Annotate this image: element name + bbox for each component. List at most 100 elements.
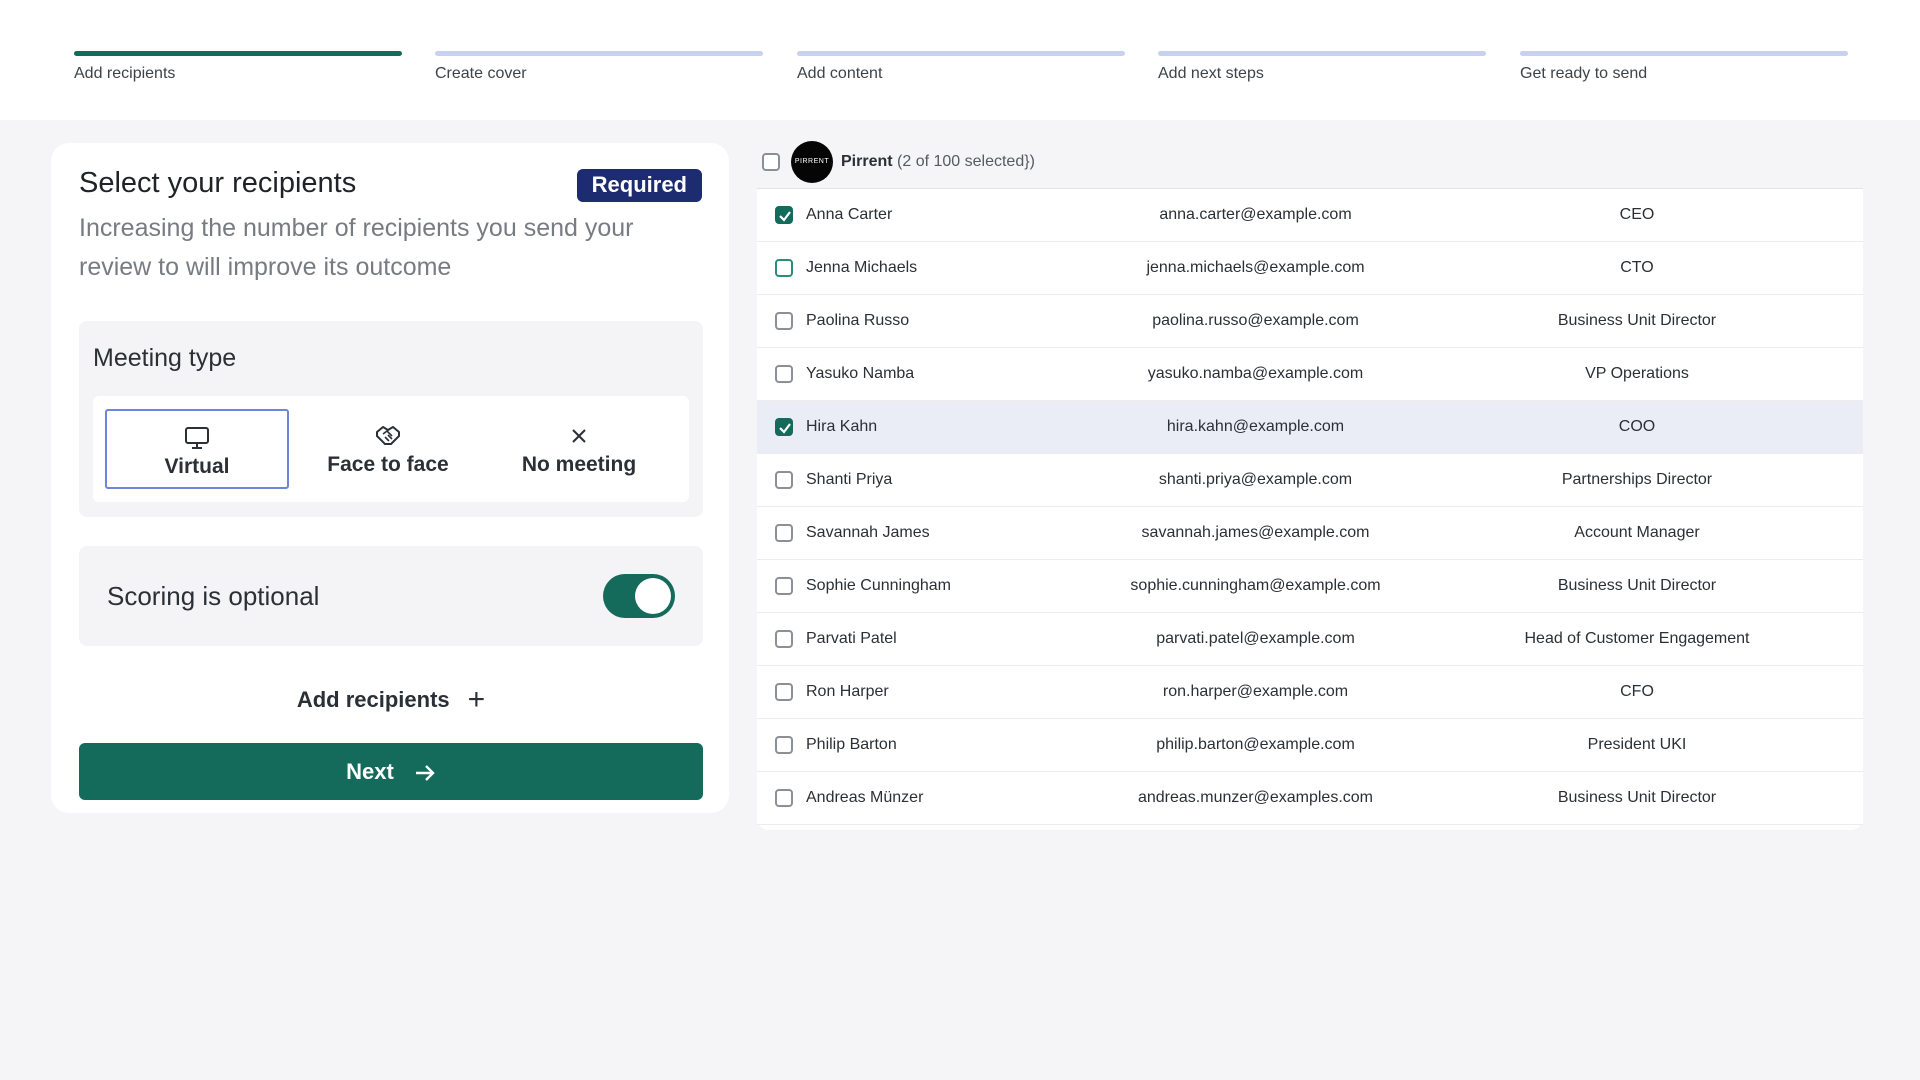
recipient-email: philip.barton@example.com bbox=[1156, 736, 1355, 753]
plus-icon: + bbox=[467, 683, 486, 716]
row-checkbox[interactable] bbox=[775, 524, 793, 542]
monitor-icon bbox=[185, 427, 209, 449]
scoring-label: Scoring is optional bbox=[107, 581, 320, 611]
recipient-name: Parvati Patel bbox=[806, 630, 897, 647]
row-checkbox[interactable] bbox=[775, 312, 793, 330]
recipient-role: Partnerships Director bbox=[1561, 471, 1713, 488]
step-add-next-steps[interactable]: Add next steps bbox=[1158, 51, 1486, 83]
meeting-option-face-to-face[interactable]: Face to face bbox=[296, 409, 480, 489]
recipient-email: shanti.priya@example.com bbox=[1158, 471, 1353, 488]
table-row[interactable]: Hira Kahn hira.kahn@example.com COO bbox=[757, 401, 1863, 454]
card-description: Increasing the number of recipients you … bbox=[79, 214, 634, 281]
recipient-email: ron.harper@example.com bbox=[1162, 683, 1349, 700]
table-row[interactable]: Paolina Russo paolina.russo@example.com Bu… bbox=[757, 295, 1863, 348]
recipient-role: Business Unit Director bbox=[1557, 577, 1717, 594]
meeting-option-virtual[interactable]: Virtual bbox=[105, 409, 289, 489]
select-recipients-card: Select your recipients Required Increasi… bbox=[51, 143, 729, 813]
table-row[interactable]: Yasuko Namba yasuko.namba@example.com VP O… bbox=[757, 348, 1863, 401]
step-add-recipients[interactable]: Add recipients bbox=[74, 51, 402, 83]
step-progress-bar bbox=[797, 51, 1125, 56]
step-progress-bar bbox=[1158, 51, 1486, 56]
recipient-name: Paolina Russo bbox=[806, 312, 910, 329]
recipient-name: Jenna Michaels bbox=[806, 259, 918, 276]
step-label: Add recipients bbox=[74, 65, 176, 82]
row-checkbox[interactable] bbox=[775, 471, 793, 489]
table-row[interactable]: Philip Barton philip.barton@example.com Pr… bbox=[757, 719, 1863, 772]
step-label: Add next steps bbox=[1158, 65, 1264, 82]
table-row[interactable]: Parvati Patel parvati.patel@example.com He… bbox=[757, 613, 1863, 666]
table-row[interactable]: Ron Harper ron.harper@example.com CFO bbox=[757, 666, 1863, 719]
recipient-email: hira.kahn@example.com bbox=[1166, 418, 1345, 435]
table-row[interactable]: Andreas Münzer andreas.munzer@examples.co… bbox=[757, 772, 1863, 825]
row-checkbox[interactable] bbox=[775, 736, 793, 754]
meeting-type-title: Meeting type bbox=[93, 344, 237, 372]
recipient-role: Business Unit Director bbox=[1557, 312, 1717, 329]
recipient-name: Anna Carter bbox=[806, 206, 893, 223]
meeting-type-panel: Meeting type Virtual Face to face No mee… bbox=[79, 321, 703, 517]
recipient-email: savannah.james@example.com bbox=[1141, 524, 1370, 541]
recipient-email: yasuko.namba@example.com bbox=[1147, 365, 1364, 382]
row-checkbox[interactable] bbox=[775, 259, 793, 277]
table-row[interactable]: Anna Carter anna.carter@example.com CEO bbox=[757, 189, 1863, 242]
row-checkbox[interactable] bbox=[775, 365, 793, 383]
table-row[interactable]: Jenna Michaels jenna.michaels@example.com… bbox=[757, 242, 1863, 295]
recipient-name: Hira Kahn bbox=[806, 418, 878, 435]
row-checkbox[interactable] bbox=[775, 789, 793, 807]
recipient-name: Savannah James bbox=[806, 524, 930, 541]
scoring-panel: Scoring is optional bbox=[79, 546, 703, 646]
arrow-right-icon bbox=[415, 765, 435, 782]
handshake-icon bbox=[376, 426, 400, 445]
recipient-name: Shanti Priya bbox=[806, 471, 893, 488]
step-create-cover[interactable]: Create cover bbox=[435, 51, 763, 83]
recipient-name: Sophie Cunningham bbox=[806, 577, 951, 594]
table-header: PIRRENT Pirrent (2 of 100 selected}) bbox=[757, 136, 1863, 189]
select-all-checkbox[interactable] bbox=[762, 153, 780, 171]
recipient-email: sophie.cunningham@example.com bbox=[1130, 577, 1381, 594]
toggle-knob bbox=[635, 578, 671, 614]
selection-count: (2 of 100 selected}) bbox=[897, 153, 1035, 170]
next-button[interactable]: Next bbox=[79, 743, 703, 800]
recipient-email: anna.carter@example.com bbox=[1159, 206, 1352, 223]
close-icon bbox=[572, 429, 586, 443]
org-avatar: PIRRENT bbox=[791, 141, 833, 183]
step-add-content[interactable]: Add content bbox=[797, 51, 1125, 83]
required-badge: Required bbox=[576, 169, 702, 202]
recipient-email: paolina.russo@example.com bbox=[1152, 312, 1359, 329]
option-label: Face to face bbox=[327, 453, 449, 476]
row-checkbox[interactable] bbox=[775, 630, 793, 648]
recipient-name: Andreas Münzer bbox=[806, 789, 924, 806]
table-body: Anna Carter anna.carter@example.com CEO Jen… bbox=[757, 189, 1863, 825]
step-label: Add content bbox=[797, 65, 883, 82]
recipient-role: President UKI bbox=[1587, 736, 1687, 753]
recipient-role: Head of Customer Engagement bbox=[1524, 630, 1750, 647]
recipient-role: CEO bbox=[1619, 206, 1655, 223]
table-row[interactable]: Savannah James savannah.james@example.com… bbox=[757, 507, 1863, 560]
recipient-role: Business Unit Director bbox=[1557, 789, 1717, 806]
option-label: No meeting bbox=[521, 453, 637, 476]
option-label: Virtual bbox=[164, 455, 230, 478]
table-row[interactable]: Sophie Cunningham sophie.cunningham@examp… bbox=[757, 560, 1863, 613]
step-progress-bar bbox=[74, 51, 402, 56]
step-label: Get ready to send bbox=[1520, 65, 1648, 82]
row-checkbox[interactable] bbox=[775, 683, 793, 701]
meeting-option-no-meeting[interactable]: No meeting bbox=[487, 409, 671, 489]
add-recipients-button[interactable]: Add recipients + bbox=[79, 675, 703, 725]
recipient-role: VP Operations bbox=[1585, 365, 1689, 382]
recipient-name: Ron Harper bbox=[806, 683, 889, 700]
recipient-email: parvati.patel@example.com bbox=[1156, 630, 1355, 647]
recipient-role: CFO bbox=[1620, 683, 1654, 700]
recipients-table: PIRRENT Pirrent (2 of 100 selected}) Ann… bbox=[757, 136, 1863, 830]
step-progress-bar bbox=[435, 51, 763, 56]
table-row[interactable]: Shanti Priya shanti.priya@example.com Part… bbox=[757, 454, 1863, 507]
row-checkbox[interactable] bbox=[775, 206, 793, 224]
recipient-email: jenna.michaels@example.com bbox=[1146, 259, 1365, 276]
step-progress-bar bbox=[1520, 51, 1848, 56]
step-get-ready-to-send[interactable]: Get ready to send bbox=[1520, 51, 1848, 83]
recipient-email: andreas.munzer@examples.com bbox=[1137, 789, 1373, 806]
recipient-role: CTO bbox=[1620, 259, 1654, 276]
org-name: Pirrent bbox=[841, 153, 893, 170]
row-checkbox[interactable] bbox=[775, 418, 793, 436]
row-checkbox[interactable] bbox=[775, 577, 793, 595]
recipient-role: COO bbox=[1618, 418, 1656, 435]
scoring-toggle[interactable] bbox=[603, 574, 675, 618]
